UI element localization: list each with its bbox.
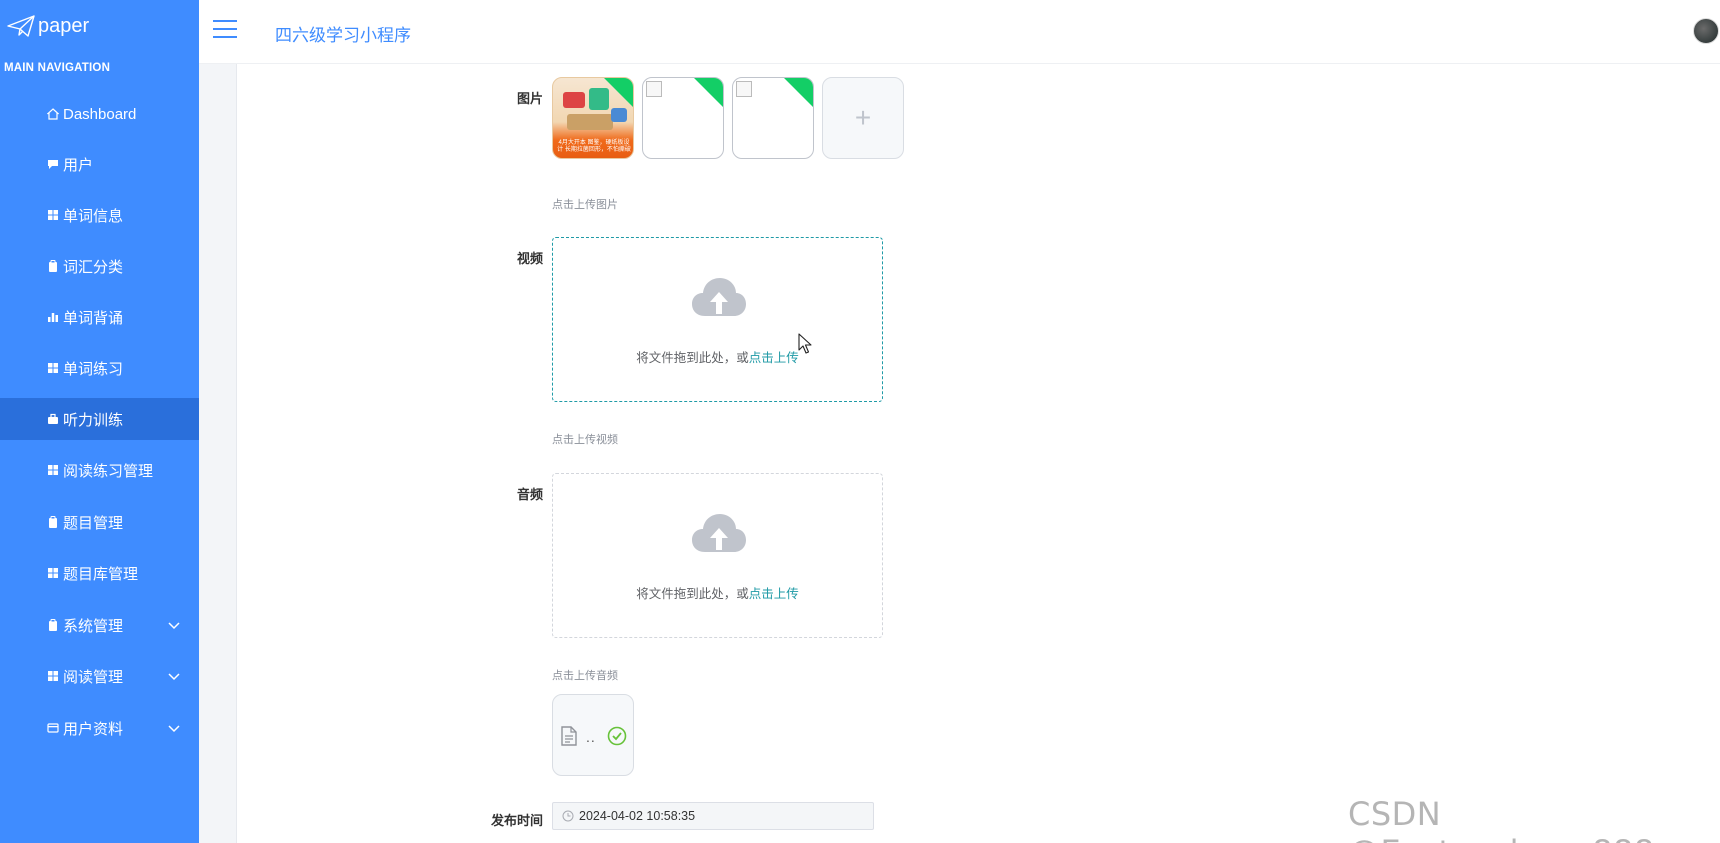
cloud-upload-icon <box>692 514 746 552</box>
audio-upload-dropzone[interactable]: 将文件拖到此处，或点击上传 <box>552 473 883 638</box>
clipboard-icon <box>47 619 59 631</box>
chevron-down-icon <box>168 673 180 681</box>
grid-icon <box>47 464 59 476</box>
clock-icon <box>562 810 574 822</box>
sidebar-item-label: 阅读管理 <box>63 668 124 686</box>
publish-time-label: 发布时间 <box>490 813 543 828</box>
top-header: 四六级学习小程序 <box>199 0 1720 64</box>
sidebar-item-label: 单词信息 <box>63 207 124 225</box>
bar-chart-icon <box>47 311 59 323</box>
thumbnail-caption: 4月大开本 图鉴，硬纸板设计 长期拉菌回形，不怕撕破 <box>557 140 631 153</box>
paper-plane-icon <box>7 15 35 37</box>
document-icon <box>561 726 577 746</box>
sidebar-item-label: 单词练习 <box>63 360 124 378</box>
image-thumbnail[interactable] <box>642 77 724 159</box>
logo-text: paper <box>38 14 90 37</box>
app-title: 四六级学习小程序 <box>275 26 411 45</box>
cloud-upload-icon <box>692 278 746 316</box>
chat-icon <box>47 158 59 170</box>
sidebar-item-reading-practice[interactable]: 阅读练习管理 <box>0 449 199 491</box>
sidebar-item-user-profile[interactable]: 用户资料 <box>0 707 199 749</box>
upload-success-badge <box>691 78 723 110</box>
click-upload-link[interactable]: 点击上传 <box>749 351 799 365</box>
sidebar-item-system[interactable]: 系统管理 <box>0 604 199 646</box>
broken-image-icon <box>736 81 752 97</box>
sidebar-item-label: 题目管理 <box>63 514 124 532</box>
image-hint: 点击上传图片 <box>552 199 618 211</box>
sidebar-item-reading[interactable]: 阅读管理 <box>0 655 199 697</box>
publish-time-input[interactable] <box>579 809 859 823</box>
sidebar-item-label: 用户 <box>63 156 94 174</box>
logo[interactable]: paper <box>6 14 89 38</box>
sidebar-item-label: 题目库管理 <box>63 565 139 583</box>
chevron-down-icon <box>168 622 180 630</box>
grid-icon <box>47 209 59 221</box>
sidebar: paper MAIN NAVIGATION Dashboard 用户 单词信息 … <box>0 0 216 843</box>
image-label: 图片 <box>516 91 543 106</box>
sidebar-item-vocab-category[interactable]: 词汇分类 <box>0 245 199 287</box>
home-icon <box>47 108 59 120</box>
audio-hint: 点击上传音频 <box>552 670 618 682</box>
grid-icon <box>47 670 59 682</box>
sidebar-item-dashboard[interactable]: Dashboard <box>0 93 199 135</box>
broken-image-icon <box>646 81 662 97</box>
plus-icon: + <box>854 102 872 133</box>
card-icon <box>47 722 59 734</box>
sidebar-item-label: Dashboard <box>63 105 137 123</box>
sidebar-item-word-recite[interactable]: 单词背诵 <box>0 296 199 338</box>
sidebar-item-label: 听力训练 <box>63 411 124 429</box>
sidebar-item-users[interactable]: 用户 <box>0 143 199 185</box>
sidebar-item-question-bank[interactable]: 题目库管理 <box>0 552 199 594</box>
click-upload-link[interactable]: 点击上传 <box>749 587 799 601</box>
check-circle-icon <box>607 726 627 746</box>
video-hint: 点击上传视频 <box>552 434 618 446</box>
grid-icon <box>47 362 59 374</box>
file-name: .. <box>586 729 596 745</box>
menu-toggle-icon[interactable] <box>213 20 237 42</box>
sidebar-item-label: 系统管理 <box>63 617 124 635</box>
grid-icon <box>47 567 59 579</box>
publish-time-picker[interactable] <box>552 802 874 830</box>
sidebar-item-word-practice[interactable]: 单词练习 <box>0 347 199 389</box>
audio-file-card[interactable]: .. <box>552 694 634 776</box>
briefcase-icon <box>47 413 59 425</box>
dropzone-text: 将文件拖到此处，或点击上传 <box>636 351 799 365</box>
sidebar-item-label: 单词背诵 <box>63 309 124 327</box>
sidebar-item-label: 词汇分类 <box>63 258 124 276</box>
audio-label: 音频 <box>516 487 543 502</box>
content-gutter <box>199 64 237 843</box>
image-thumbnail[interactable]: 4月大开本 图鉴，硬纸板设计 长期拉菌回形，不怕撕破 <box>552 77 634 159</box>
sidebar-item-label: 阅读练习管理 <box>63 462 154 480</box>
chevron-down-icon <box>168 725 180 733</box>
dropzone-text: 将文件拖到此处，或点击上传 <box>636 587 799 601</box>
avatar[interactable] <box>1693 18 1719 44</box>
sidebar-item-word-info[interactable]: 单词信息 <box>0 194 199 236</box>
add-image-button[interactable]: + <box>822 77 904 159</box>
upload-success-badge <box>781 78 813 110</box>
clipboard-icon <box>47 260 59 272</box>
nav-title: MAIN NAVIGATION <box>4 62 111 74</box>
sidebar-item-questions[interactable]: 题目管理 <box>0 501 199 543</box>
clipboard-icon <box>47 516 59 528</box>
sidebar-item-listening[interactable]: 听力训练 <box>0 398 216 440</box>
video-label: 视频 <box>516 251 543 266</box>
sidebar-item-label: 用户资料 <box>63 720 124 738</box>
mouse-cursor-icon <box>798 333 812 354</box>
watermark: CSDN @Eastonzhang888 <box>1348 795 1654 843</box>
video-upload-dropzone[interactable]: 将文件拖到此处，或点击上传 <box>552 237 883 402</box>
image-thumbnail[interactable] <box>732 77 814 159</box>
